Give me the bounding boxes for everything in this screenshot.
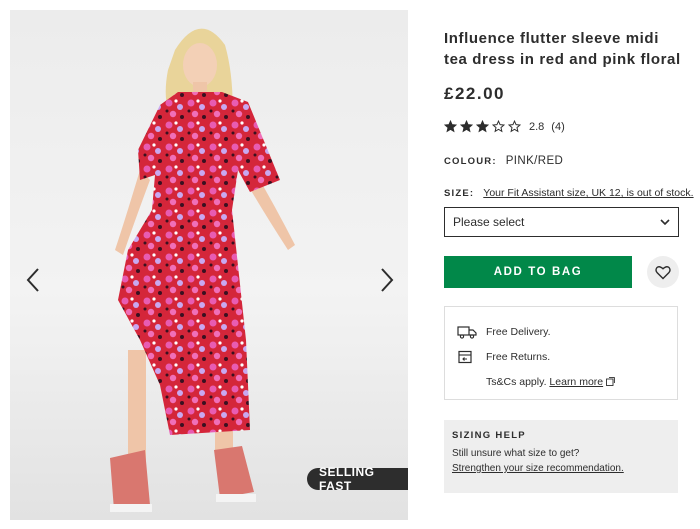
truck-icon <box>457 325 477 339</box>
product-price: £22.00 <box>444 84 505 103</box>
size-select[interactable]: Please select <box>444 207 679 237</box>
sizing-help-heading: SIZING HELP <box>452 430 526 441</box>
terms-text: Ts&Cs apply. <box>486 375 547 388</box>
size-select-value: Please select <box>453 215 525 229</box>
heart-icon <box>655 265 671 279</box>
colour-label: COLOUR: <box>444 155 497 167</box>
star-icon <box>492 120 505 133</box>
star-icon <box>508 120 521 133</box>
size-label: SIZE: <box>444 187 475 199</box>
product-image-gallery[interactable]: SELLING FAST <box>10 10 408 520</box>
star-icon <box>476 120 489 133</box>
colour-row: COLOUR: PINK/RED <box>444 155 684 167</box>
terms-row: Ts&Cs apply. Learn more <box>457 369 677 394</box>
product-photo <box>110 28 295 512</box>
fit-assistant-link[interactable]: Your Fit Assistant size, UK 12, is out o… <box>483 187 693 199</box>
star-icon <box>460 120 473 133</box>
previous-image-button[interactable] <box>18 260 48 300</box>
chevron-right-icon <box>381 268 394 292</box>
selling-fast-badge: SELLING FAST <box>307 465 408 493</box>
add-to-bag-button[interactable]: ADD TO BAG <box>444 256 632 288</box>
next-image-button[interactable] <box>372 260 402 300</box>
free-delivery-text: Free Delivery. <box>486 325 551 338</box>
size-recommendation-link[interactable]: Strengthen your size recommendation. <box>452 463 670 474</box>
colour-value: PINK/RED <box>505 155 564 167</box>
add-to-bag-row: ADD TO BAG <box>444 256 684 288</box>
star-icon <box>444 120 457 133</box>
product-rating[interactable]: 2.8 (4) <box>444 120 684 133</box>
returns-icon <box>458 350 472 363</box>
rating-score: 2.8 <box>529 120 545 133</box>
save-for-later-button[interactable] <box>647 256 679 288</box>
product-title: Influence flutter sleeve midi tea dress … <box>444 30 681 68</box>
sizing-help-box: SIZING HELP Still unsure what size to ge… <box>444 420 678 493</box>
chevron-down-icon <box>660 219 670 225</box>
rating-stars <box>444 120 521 133</box>
delivery-info-box: Free Delivery. Free Returns. Ts&Cs apply… <box>444 306 678 400</box>
chevron-left-icon <box>26 268 39 292</box>
sizing-help-text: Still unsure what size to get? <box>452 448 580 459</box>
product-info: Influence flutter sleeve midi tea dress … <box>444 28 694 288</box>
free-delivery-row: Free Delivery. <box>457 319 677 344</box>
external-link-icon[interactable] <box>606 377 615 386</box>
rating-count: (4) <box>551 120 565 133</box>
free-returns-text: Free Returns. <box>486 350 551 363</box>
free-returns-row: Free Returns. <box>457 344 677 369</box>
size-row: SIZE: Your Fit Assistant size, UK 12, is… <box>444 187 694 199</box>
learn-more-link[interactable]: Learn more <box>549 376 603 388</box>
